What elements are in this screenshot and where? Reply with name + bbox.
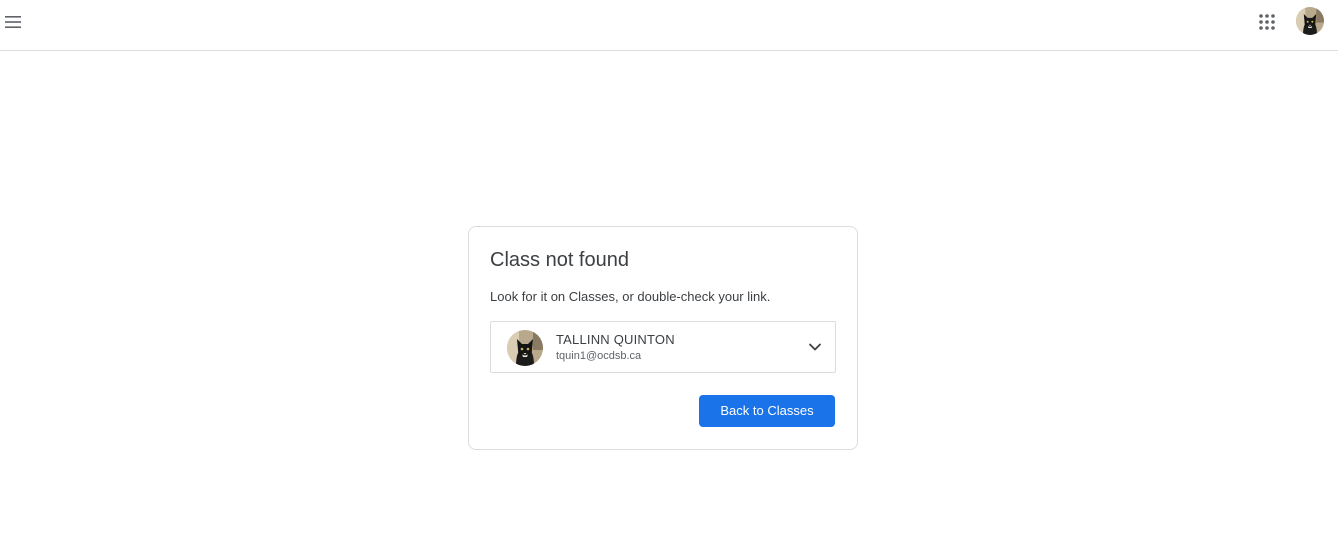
main-menu-button[interactable] bbox=[0, 6, 26, 38]
google-apps-grid-icon bbox=[1259, 14, 1275, 30]
account-email: tquin1@ocdsb.ca bbox=[556, 350, 642, 362]
dialog-title: Class not found bbox=[490, 249, 629, 271]
hamburger-menu-icon bbox=[5, 16, 21, 28]
user-avatar-cat-icon bbox=[507, 330, 543, 366]
top-app-bar bbox=[0, 0, 1338, 51]
account-avatar bbox=[507, 330, 543, 366]
back-to-classes-button[interactable]: Back to Classes bbox=[699, 395, 835, 427]
google-apps-button[interactable] bbox=[1252, 7, 1282, 37]
user-avatar-cat bbox=[1296, 7, 1324, 35]
dialog-message: Look for it on Classes, or double-check … bbox=[490, 289, 771, 304]
account-avatar-button[interactable] bbox=[1296, 7, 1324, 35]
chevron-down-icon[interactable] bbox=[807, 339, 823, 355]
class-not-found-card: Class not found Look for it on Classes, … bbox=[468, 226, 858, 450]
account-switcher[interactable]: TALLINN QUINTON tquin1@ocdsb.ca bbox=[490, 321, 836, 373]
account-name: TALLINN QUINTON bbox=[556, 332, 675, 347]
